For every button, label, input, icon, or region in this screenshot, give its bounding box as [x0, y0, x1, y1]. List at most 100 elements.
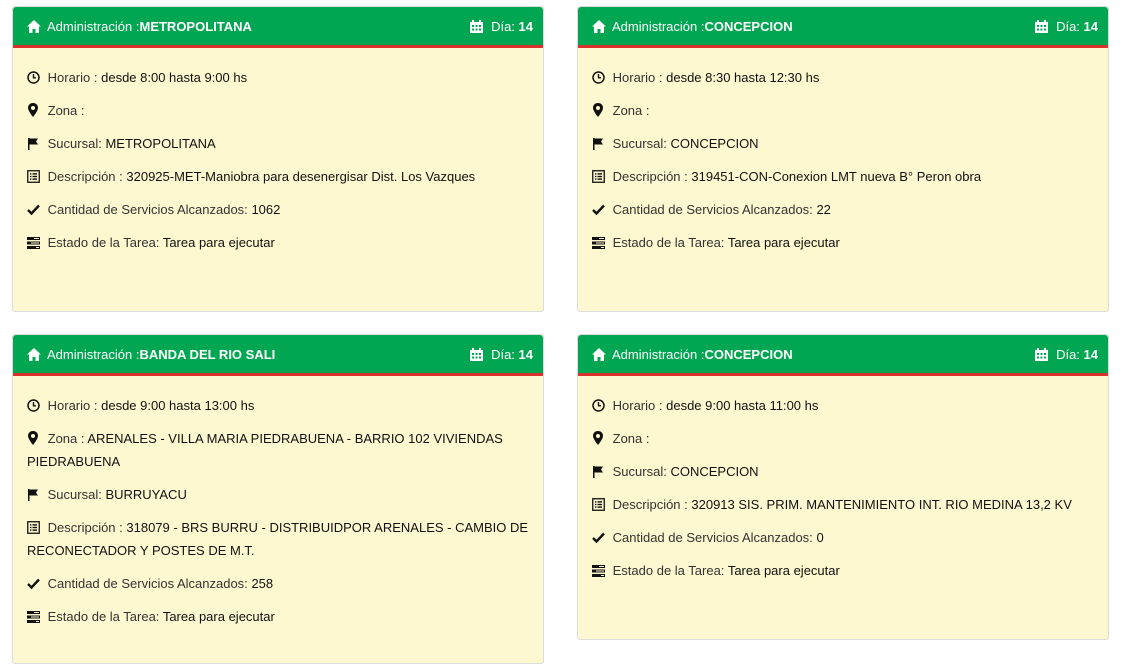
servicios-label: Cantidad de Servicios Alcanzados: — [47, 576, 248, 591]
map-marker-icon — [592, 103, 606, 117]
sucursal-label: Sucursal: — [47, 136, 102, 151]
zona-label: Zona : — [47, 431, 85, 446]
admin-value: METROPOLITANA — [139, 18, 252, 34]
clock-icon — [592, 71, 606, 84]
tasks-icon — [27, 236, 41, 249]
sucursal-row: Sucursal: BURRUYACU — [27, 483, 529, 506]
clock-icon — [27, 71, 41, 84]
day-value: 14 — [1083, 346, 1098, 362]
sucursal-value: METROPOLITANA — [105, 136, 216, 151]
task-card: Administración : CONCEPCION Día: 14 Horar… — [577, 6, 1109, 312]
list-icon — [592, 498, 606, 511]
home-icon — [27, 19, 41, 33]
map-marker-icon — [27, 103, 41, 117]
check-icon — [592, 531, 606, 544]
admin-label: Administración : — [612, 346, 705, 362]
card-header: Administración : BANDA DEL RIO SALI Día: … — [13, 335, 543, 376]
zona-label: Zona : — [47, 103, 85, 118]
list-icon — [27, 521, 41, 534]
horario-label: Horario : — [612, 70, 663, 85]
zona-row: Zona : — [592, 99, 1094, 122]
check-icon — [27, 577, 41, 590]
card-body: Horario : desde 9:00 hasta 11:00 hs Zona… — [578, 376, 1108, 582]
estado-label: Estado de la Tarea: — [47, 235, 160, 250]
descripcion-value: 320913 SIS. PRIM. MANTENIMIENTO INT. RIO… — [691, 497, 1072, 512]
estado-value: Tarea para ejecutar — [727, 235, 840, 250]
descripcion-row: Descripción : 320925-MET-Maniobra para d… — [27, 165, 529, 188]
servicios-row: Cantidad de Servicios Alcanzados: 258 — [27, 572, 529, 595]
admin-label: Administración : — [612, 18, 705, 34]
horario-value: desde 9:00 hasta 13:00 hs — [101, 398, 255, 413]
horario-label: Horario : — [612, 398, 663, 413]
horario-value: desde 9:00 hasta 11:00 hs — [666, 398, 819, 413]
day-label: Día: — [491, 346, 515, 362]
horario-label: Horario : — [47, 70, 98, 85]
home-icon — [592, 19, 606, 33]
task-card: Administración : BANDA DEL RIO SALI Día: … — [12, 334, 544, 664]
card-header: Administración : CONCEPCION Día: 14 — [578, 335, 1108, 376]
descripcion-value: 320925-MET-Maniobra para desenergisar Di… — [126, 169, 476, 184]
estado-label: Estado de la Tarea: — [612, 563, 725, 578]
calendar-icon — [1035, 19, 1049, 33]
estado-value: Tarea para ejecutar — [162, 235, 275, 250]
clock-icon — [27, 399, 41, 412]
list-icon — [27, 170, 41, 183]
sucursal-row: Sucursal: METROPOLITANA — [27, 132, 529, 155]
horario-row: Horario : desde 8:30 hasta 12:30 hs — [592, 66, 1094, 89]
flag-icon — [27, 488, 41, 501]
sucursal-label: Sucursal: — [612, 464, 667, 479]
calendar-icon — [470, 347, 484, 361]
admin-value: CONCEPCION — [704, 346, 793, 362]
home-icon — [27, 347, 41, 361]
servicios-value: 258 — [251, 576, 274, 591]
servicios-value: 1062 — [251, 202, 281, 217]
servicios-value: 0 — [816, 530, 824, 545]
card-header: Administración : CONCEPCION Día: 14 — [578, 7, 1108, 48]
servicios-row: Cantidad de Servicios Alcanzados: 22 — [592, 198, 1094, 221]
admin-label: Administración : — [47, 346, 140, 362]
tasks-icon — [27, 610, 41, 623]
tasks-icon — [592, 236, 606, 249]
sucursal-value: BURRUYACU — [105, 487, 187, 502]
sucursal-row: Sucursal: CONCEPCION — [592, 132, 1094, 155]
sucursal-label: Sucursal: — [47, 487, 102, 502]
flag-icon — [592, 465, 606, 478]
descripcion-row: Descripción : 319451-CON-Conexion LMT nu… — [592, 165, 1094, 188]
tasks-icon — [592, 564, 606, 577]
servicios-label: Cantidad de Servicios Alcanzados: — [612, 202, 813, 217]
descripcion-label: Descripción : — [47, 520, 123, 535]
servicios-row: Cantidad de Servicios Alcanzados: 1062 — [27, 198, 529, 221]
day-value: 14 — [1083, 18, 1098, 34]
day-label: Día: — [491, 18, 515, 34]
flag-icon — [592, 137, 606, 150]
horario-value: desde 8:00 hasta 9:00 hs — [101, 70, 248, 85]
estado-row: Estado de la Tarea: Tarea para ejecutar — [592, 231, 1094, 254]
zona-value: ARENALES - VILLA MARIA PIEDRABUENA - BAR… — [27, 431, 503, 469]
estado-row: Estado de la Tarea: Tarea para ejecutar — [27, 605, 529, 628]
sucursal-row: Sucursal: CONCEPCION — [592, 460, 1094, 483]
estado-row: Estado de la Tarea: Tarea para ejecutar — [592, 559, 1094, 582]
horario-label: Horario : — [47, 398, 98, 413]
card-body: Horario : desde 8:00 hasta 9:00 hs Zona … — [13, 48, 543, 254]
servicios-value: 22 — [816, 202, 831, 217]
descripcion-row: Descripción : 320913 SIS. PRIM. MANTENIM… — [592, 493, 1094, 516]
zona-row: Zona : — [27, 99, 529, 122]
zona-row: Zona : — [592, 427, 1094, 450]
card-body: Horario : desde 9:00 hasta 13:00 hs Zona… — [13, 376, 543, 628]
home-icon — [592, 347, 606, 361]
descripcion-value: 319451-CON-Conexion LMT nueva B° Peron o… — [691, 169, 982, 184]
estado-label: Estado de la Tarea: — [612, 235, 725, 250]
horario-row: Horario : desde 9:00 hasta 11:00 hs — [592, 394, 1094, 417]
admin-value: BANDA DEL RIO SALI — [139, 346, 276, 362]
descripcion-label: Descripción : — [47, 169, 123, 184]
estado-row: Estado de la Tarea: Tarea para ejecutar — [27, 231, 529, 254]
estado-value: Tarea para ejecutar — [727, 563, 840, 578]
descripcion-label: Descripción : — [612, 497, 688, 512]
calendar-icon — [1035, 347, 1049, 361]
horario-row: Horario : desde 8:00 hasta 9:00 hs — [27, 66, 529, 89]
horario-value: desde 8:30 hasta 12:30 hs — [666, 70, 820, 85]
descripcion-row: Descripción : 318079 - BRS BURRU - DISTR… — [27, 516, 529, 562]
day-label: Día: — [1056, 18, 1080, 34]
task-card: Administración : METROPOLITANA Día: 14 Ho… — [12, 6, 544, 312]
flag-icon — [27, 137, 41, 150]
